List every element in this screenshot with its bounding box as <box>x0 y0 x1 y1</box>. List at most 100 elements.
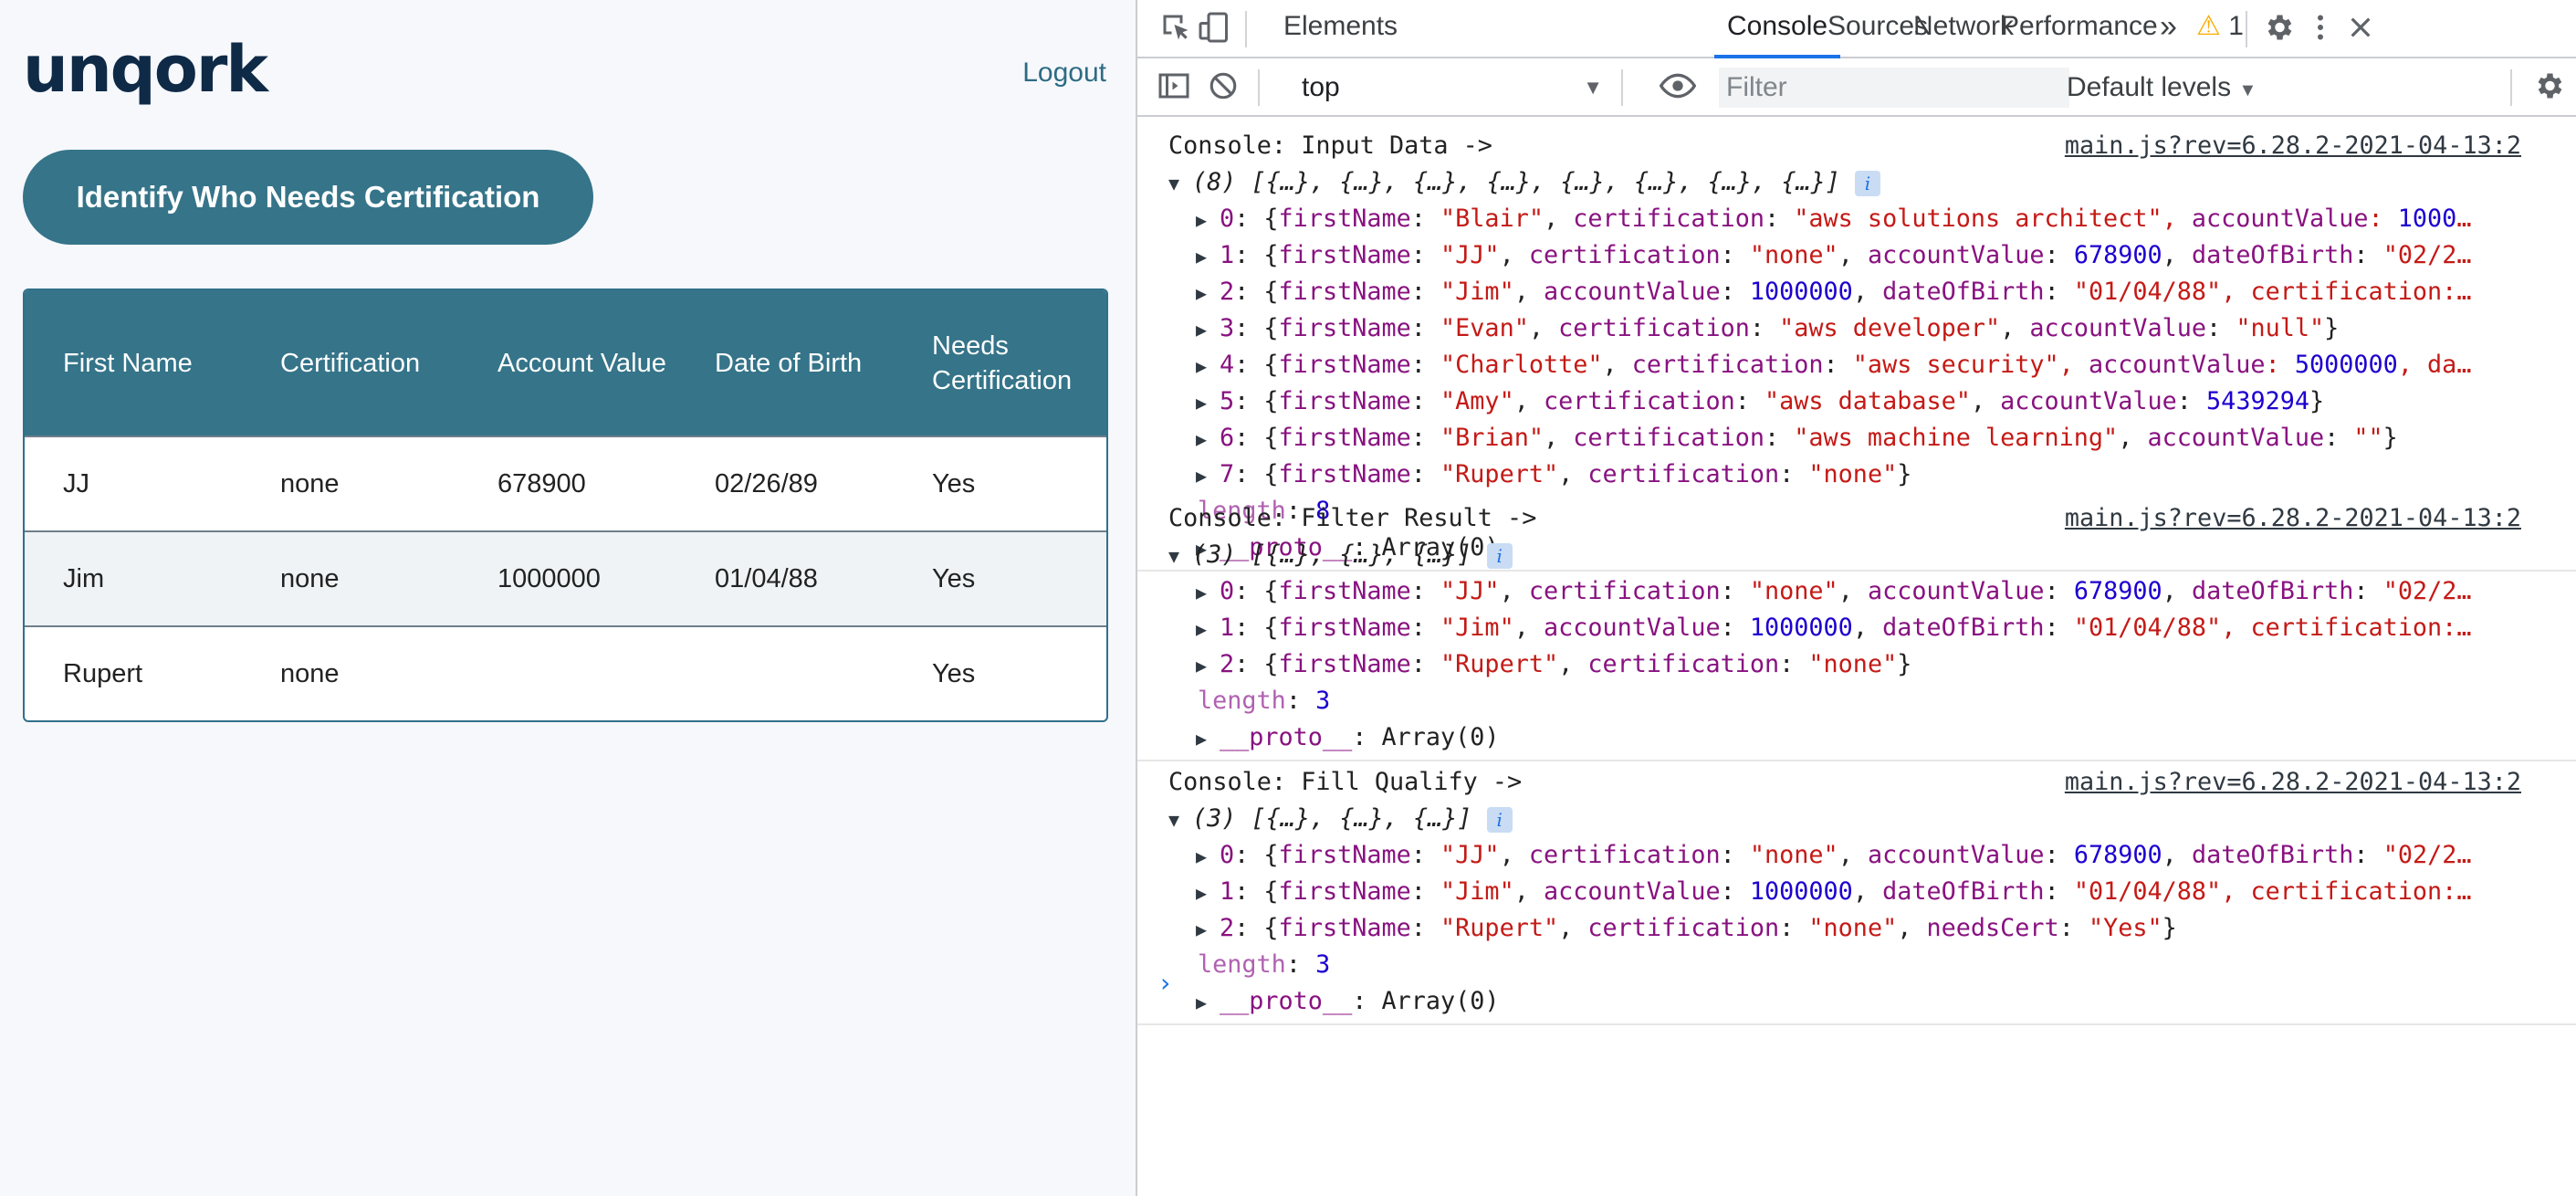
console-filter-input[interactable] <box>1719 68 2069 108</box>
array-item[interactable]: ▶ 4: {firstName: "Charlotte", certificati… <box>1196 347 2549 383</box>
table-header: First Name Certification Account Value D… <box>25 290 1106 435</box>
column-header-certification: Certification <box>280 348 421 378</box>
table-cell: Rupert <box>63 658 143 688</box>
table-row: Jim none 1000000 01/04/88 Yes <box>25 530 1106 625</box>
collapsed-triangle-icon[interactable]: ▶ <box>1196 647 1220 683</box>
collapsed-triangle-icon[interactable]: ▶ <box>1196 984 1220 1020</box>
table-cell: 01/04/88 <box>715 563 818 593</box>
source-link[interactable]: main.js?rev=6.28.2-2021-04-13:2 <box>2065 500 2521 537</box>
array-length: length: 3 <box>1198 687 1331 715</box>
live-expression-eye-icon[interactable] <box>1660 68 1696 104</box>
array-summary[interactable]: ▼ (3) [{…}, {…}, {…}] i <box>1168 537 2549 573</box>
array-item[interactable]: ▶ 6: {firstName: "Brian", certification: … <box>1196 420 2549 456</box>
table-cell: Yes <box>932 563 976 593</box>
collapsed-triangle-icon[interactable]: ▶ <box>1196 911 1220 947</box>
tab-console[interactable]: Console <box>1714 0 1841 58</box>
logout-link[interactable]: Logout <box>1022 57 1106 89</box>
console-message: Console: Fill Qualify -> main.js?rev=6.28… <box>1137 764 2576 1025</box>
console-prompt[interactable]: › <box>1157 968 1173 998</box>
table-cell: 678900 <box>497 468 586 498</box>
collapsed-triangle-icon[interactable]: ▶ <box>1196 311 1220 347</box>
chevron-down-icon: ▼ <box>2238 80 2257 100</box>
console-message: Console: Filter Result -> main.js?rev=6.2… <box>1137 500 2576 761</box>
inspect-element-icon[interactable] <box>1157 9 1194 46</box>
settings-gear-icon[interactable] <box>2260 9 2297 46</box>
collapsed-triangle-icon[interactable]: ▶ <box>1196 384 1220 420</box>
collapsed-triangle-icon[interactable]: ▶ <box>1196 275 1220 310</box>
expand-triangle-icon[interactable]: ▼ <box>1168 165 1192 201</box>
expand-triangle-icon[interactable]: ▼ <box>1168 538 1192 573</box>
array-item[interactable]: ▶ 0: {firstName: "JJ", certification: "no… <box>1196 573 2549 610</box>
array-length: length: 3 <box>1198 950 1331 979</box>
execution-context-select[interactable]: top ▼ <box>1302 68 1603 108</box>
array-summary[interactable]: ▼ (3) [{…}, {…}, {…}] i <box>1168 801 2549 837</box>
table-cell: Yes <box>932 468 976 498</box>
array-item[interactable]: ▶ 2: {firstName: "Jim", accountValue: 100… <box>1196 274 2549 310</box>
collapsed-triangle-icon[interactable]: ▶ <box>1196 457 1220 493</box>
device-toolbar-icon[interactable] <box>1196 9 1232 46</box>
more-options-icon[interactable] <box>2302 9 2339 46</box>
info-icon: i <box>1486 806 1513 833</box>
table-cell: Yes <box>932 658 976 688</box>
tab-elements[interactable]: Elements <box>1283 0 1398 58</box>
log-levels-dropdown[interactable]: Default levels ▼ <box>2067 68 2257 108</box>
array-item[interactable]: ▶ 2: {firstName: "Rupert", certification:… <box>1196 646 2549 683</box>
expand-triangle-icon[interactable]: ▼ <box>1168 802 1192 837</box>
toolbar-divider <box>1258 69 1260 106</box>
collapsed-triangle-icon[interactable]: ▶ <box>1196 574 1220 610</box>
warning-count: 1 <box>2228 11 2244 41</box>
warning-icon: ⚠ <box>2196 11 2221 41</box>
info-icon: i <box>1486 542 1513 569</box>
array-item[interactable]: ▶ 1: {firstName: "Jim", accountValue: 100… <box>1196 874 2549 910</box>
unqork-logo: unqork <box>23 32 268 107</box>
console-toolbar: top ▼ Default levels ▼ <box>1137 58 2576 117</box>
log-levels-label: Default levels <box>2067 72 2232 102</box>
table-cell: none <box>280 658 340 688</box>
show-sidebar-icon[interactable] <box>1156 68 1192 104</box>
toolbar-divider <box>1245 11 1247 47</box>
table-cell: 1000000 <box>497 563 601 593</box>
app-pane: unqork Logout Identify Who Needs Certifi… <box>0 0 1136 1196</box>
collapsed-triangle-icon[interactable]: ▶ <box>1196 348 1220 383</box>
array-proto[interactable]: ▶ __proto__: Array(0) <box>1196 719 2549 756</box>
collapsed-triangle-icon[interactable]: ▶ <box>1196 202 1220 237</box>
column-header-first-name: First Name <box>63 348 193 378</box>
source-link[interactable]: main.js?rev=6.28.2-2021-04-13:2 <box>2065 764 2521 801</box>
collapsed-triangle-icon[interactable]: ▶ <box>1196 611 1220 646</box>
source-link[interactable]: main.js?rev=6.28.2-2021-04-13:2 <box>2065 128 2521 164</box>
clear-console-icon[interactable] <box>1205 68 1241 104</box>
devtools-pane: Elements Console Sources Network Perform… <box>1136 0 2576 1196</box>
array-item[interactable]: ▶ 3: {firstName: "Evan", certification: "… <box>1196 310 2549 347</box>
table-cell: Jim <box>63 563 105 593</box>
certification-table: First Name Certification Account Value D… <box>23 289 1108 722</box>
toolbar-divider <box>1621 69 1623 106</box>
tab-network[interactable]: Network <box>1913 0 2014 58</box>
array-item[interactable]: ▶ 2: {firstName: "Rupert", certification:… <box>1196 910 2549 947</box>
table-cell: JJ <box>63 468 89 498</box>
array-item[interactable]: ▶ 0: {firstName: "Blair", certification: … <box>1196 201 2549 237</box>
collapsed-triangle-icon[interactable]: ▶ <box>1196 875 1220 910</box>
more-tabs-button[interactable]: » <box>2160 0 2177 58</box>
table-row: JJ none 678900 02/26/89 Yes <box>25 435 1106 530</box>
tab-performance[interactable]: Performance <box>2001 0 2158 58</box>
console-settings-gear-icon[interactable] <box>2530 68 2567 104</box>
dropdown-arrow-icon: ▼ <box>1583 76 1603 99</box>
warnings-counter[interactable]: ⚠ 1 <box>2196 0 2244 58</box>
collapsed-triangle-icon[interactable]: ▶ <box>1196 238 1220 274</box>
array-item[interactable]: ▶ 0: {firstName: "JJ", certification: "no… <box>1196 837 2549 874</box>
collapsed-triangle-icon[interactable]: ▶ <box>1196 838 1220 874</box>
array-item[interactable]: ▶ 1: {firstName: "Jim", accountValue: 100… <box>1196 610 2549 646</box>
array-item[interactable]: ▶ 5: {firstName: "Amy", certification: "a… <box>1196 383 2549 420</box>
column-header-needs-certification: Needs Certification <box>932 330 1073 395</box>
array-item[interactable]: ▶ 7: {firstName: "Rupert", certification:… <box>1196 456 2549 493</box>
identify-certification-button[interactable]: Identify Who Needs Certification <box>23 150 593 245</box>
toolbar-divider <box>2246 11 2247 47</box>
array-item[interactable]: ▶ 1: {firstName: "JJ", certification: "no… <box>1196 237 2549 274</box>
array-proto[interactable]: ▶ __proto__: Array(0) <box>1196 983 2549 1020</box>
array-summary[interactable]: ▼ (8) [{…}, {…}, {…}, {…}, {…}, {…}, {…},… <box>1168 164 2549 201</box>
devtools-tab-bar: Elements Console Sources Network Perform… <box>1137 0 2576 58</box>
console-output: Console: Input Data -> main.js?rev=6.28.2… <box>1137 119 2576 1196</box>
close-devtools-icon[interactable] <box>2342 9 2379 46</box>
collapsed-triangle-icon[interactable]: ▶ <box>1196 421 1220 456</box>
collapsed-triangle-icon[interactable]: ▶ <box>1196 720 1220 756</box>
